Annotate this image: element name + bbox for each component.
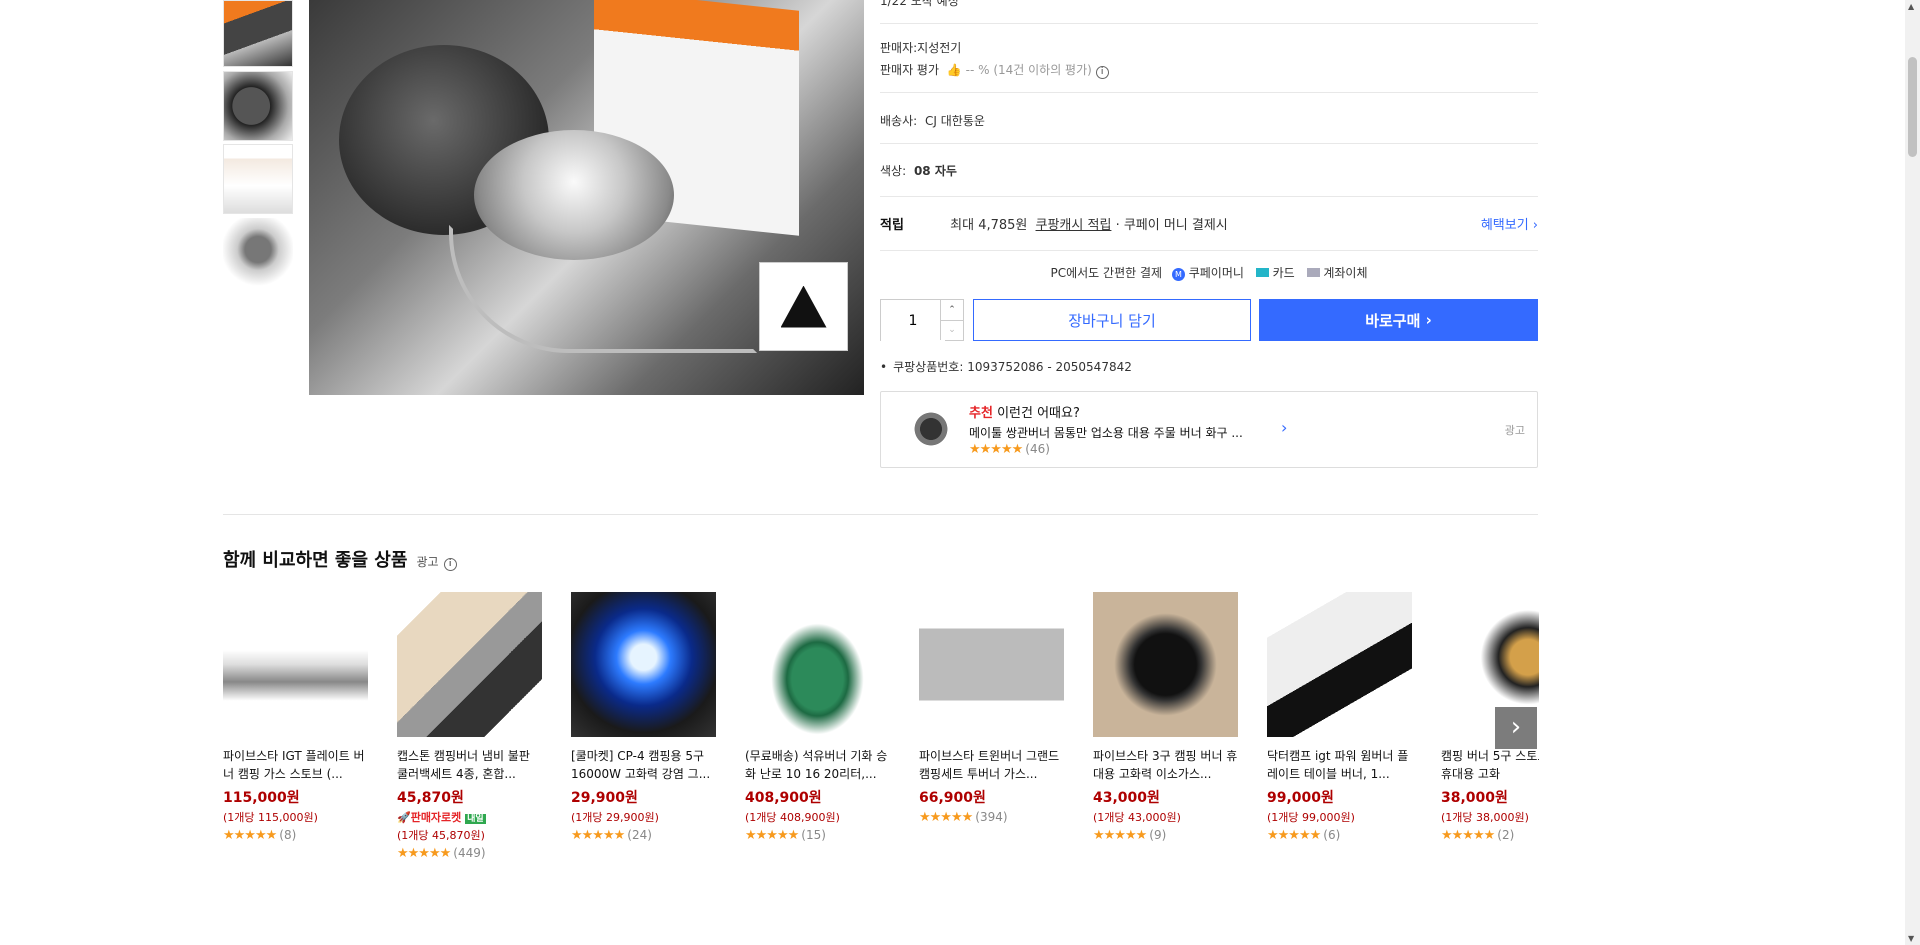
unit-price: (1개당 38,000원) [1441,811,1529,824]
unit-price: (1개당 99,000원) [1267,811,1355,824]
scroll-up-arrow-icon[interactable]: ▲ [1908,2,1914,11]
product-price: 38,000원 [1441,790,1508,806]
product-card[interactable]: 닥터캠프 igt 파워 윔버너 플레이트 테이블 버너, 1... 99,000… [1267,592,1412,843]
product-card[interactable]: 파이브스타 IGT 플레이트 버너 캠핑 가스 스토브 (... 115,000… [223,592,368,843]
product-rating: ★★★★★ (6) [1267,828,1341,843]
product-card[interactable]: 캡스톤 캠핑버너 냄비 불판 쿨러백세트 4종, 혼합... 45,870원 🚀… [397,592,542,861]
unit-price: (1개당 29,900원) [571,811,659,824]
product-rating: ★★★★★ (394) [919,810,1008,825]
product-name[interactable]: (무료배송) 석유버너 기화 승화 난로 10 16 20리터,... [745,747,890,783]
product-image [223,592,368,737]
product-name[interactable]: 파이브스타 트윈버너 그랜드 캠핑세트 투버너 가스... [919,747,1064,783]
product-rating: ★★★★★ (449) [397,846,486,861]
product-price: 29,900원 [571,790,638,806]
product-rating: ★★★★★ (8) [223,828,297,843]
scrollbar-thumb[interactable] [1908,57,1917,157]
product-name[interactable]: 캠핑 버너 5구 스토브 캠핑용 휴대용 고화 [1441,747,1539,783]
product-price: 115,000원 [223,790,300,806]
product-price: 66,900원 [919,790,986,806]
unit-price: (1개당 115,000원) [223,811,318,824]
unit-price: (1개당 408,900원) [745,811,840,824]
carousel-next-button[interactable]: › [1495,707,1537,749]
product-name[interactable]: 파이브스타 IGT 플레이트 버너 캠핑 가스 스토브 (... [223,747,368,783]
unit-price: (1개당 45,870원) [397,829,485,842]
product-card[interactable]: 파이브스타 트윈버너 그랜드 캠핑세트 투버너 가스... 66,900원 ★★… [919,592,1064,825]
scroll-down-arrow-icon[interactable]: ▼ [1908,934,1914,943]
unit-price: (1개당 43,000원) [1093,811,1181,824]
product-image [919,592,1064,737]
product-rating: ★★★★★ (15) [745,828,826,843]
product-price: 43,000원 [1093,790,1160,806]
product-image [571,592,716,737]
product-rating: ★★★★★ (2) [1441,828,1515,843]
product-card[interactable]: 파이브스타 3구 캠핑 버너 휴대용 고화력 이소가스... 43,000원 (… [1093,592,1238,843]
product-rating: ★★★★★ (24) [571,828,652,843]
seller-rocket-badge: 🚀판매자로켓 내일 [397,811,486,824]
product-carousel: 파이브스타 IGT 플레이트 버너 캠핑 가스 스토브 (... 115,000… [223,0,1539,945]
product-price: 408,900원 [745,790,822,806]
product-card[interactable]: [쿨마켓] CP-4 캠핑용 5구 16000W 고화력 강염 그... 29,… [571,592,716,843]
page-scrollbar[interactable]: ▲ ▼ [1905,0,1920,945]
product-name[interactable]: 닥터캠프 igt 파워 윔버너 플레이트 테이블 버너, 1... [1267,747,1412,783]
product-image [397,592,542,737]
product-price: 99,000원 [1267,790,1334,806]
product-image [745,592,890,737]
product-name[interactable]: 캡스톤 캠핑버너 냄비 불판 쿨러백세트 4종, 혼합... [397,747,542,783]
product-price: 45,870원 [397,790,464,806]
product-card[interactable]: (무료배송) 석유버너 기화 승화 난로 10 16 20리터,... 408,… [745,592,890,843]
product-name[interactable]: 파이브스타 3구 캠핑 버너 휴대용 고화력 이소가스... [1093,747,1238,783]
product-image [1093,592,1238,737]
product-rating: ★★★★★ (9) [1093,828,1167,843]
product-name[interactable]: [쿨마켓] CP-4 캠핑용 5구 16000W 고화력 강염 그... [571,747,716,783]
product-image [1267,592,1412,737]
